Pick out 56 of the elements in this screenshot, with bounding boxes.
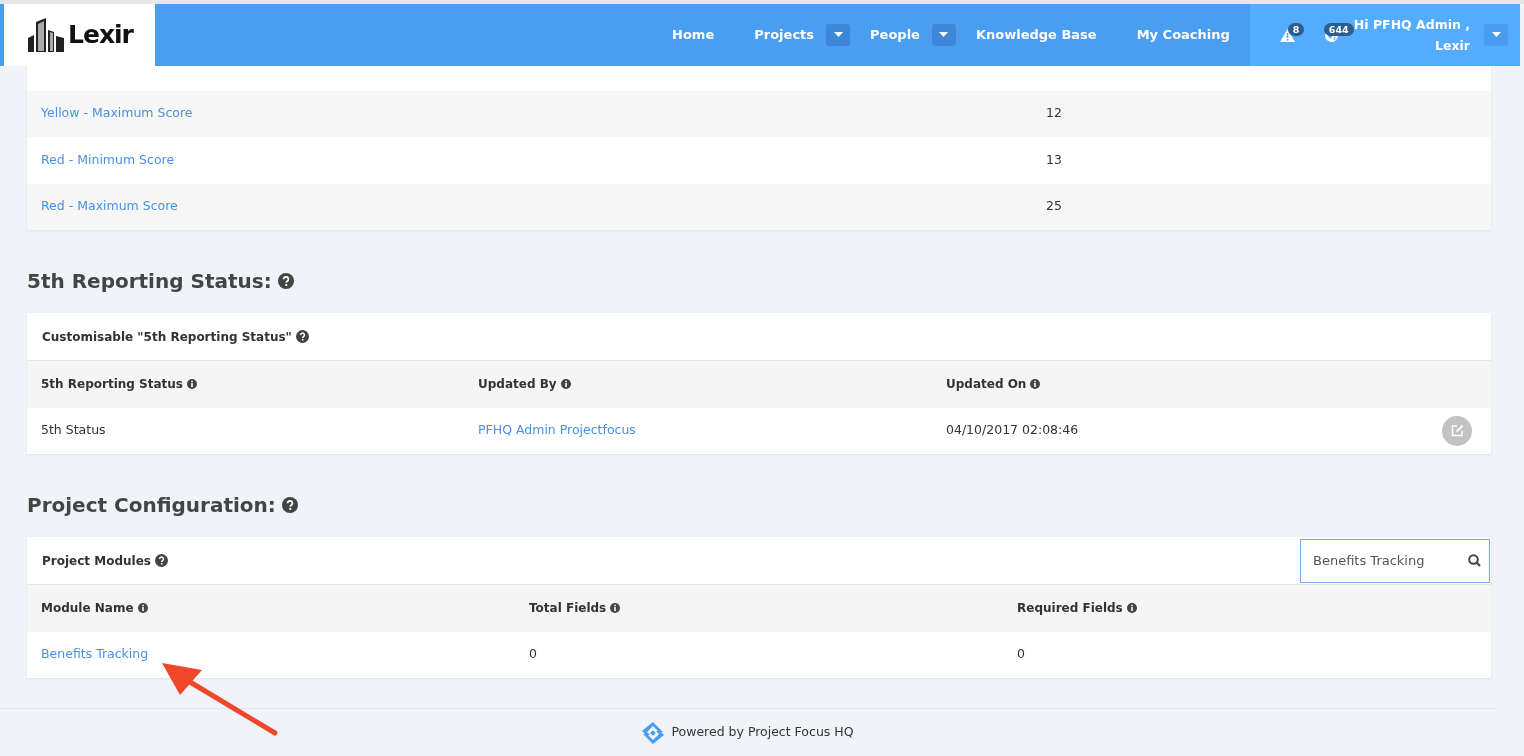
logo-text: Lexir	[68, 19, 133, 52]
info-icon	[1030, 379, 1041, 390]
logo[interactable]: Lexir	[4, 4, 155, 66]
nav-link[interactable]: Home	[652, 25, 735, 45]
section-heading: Project Configuration:	[27, 492, 276, 519]
info-icon	[1126, 603, 1137, 614]
footer-logo-icon	[641, 720, 666, 745]
column-header: Total Fields	[529, 600, 607, 618]
score-link[interactable]: Red - Minimum Score	[41, 151, 175, 167]
help-icon	[154, 554, 168, 567]
nav-link[interactable]: Knowledge Base	[955, 25, 1117, 45]
dropdown-button[interactable]	[931, 24, 956, 46]
column-header: Updated By	[478, 376, 557, 394]
help-icon	[281, 497, 298, 513]
table-cell-text: 5th Status	[41, 421, 106, 440]
info-icon	[610, 603, 621, 614]
caret-icon	[939, 32, 949, 38]
help-icon	[295, 330, 309, 343]
buildings-icon	[26, 18, 67, 52]
edit-icon	[1450, 424, 1464, 438]
search-field[interactable]: Benefits Tracking	[1300, 538, 1490, 583]
card-title: Project Modules	[42, 552, 151, 570]
column-header: Required Fields	[1017, 600, 1123, 618]
table-cell-text: 12	[1046, 104, 1062, 123]
column-header: Module Name	[41, 600, 134, 618]
section-heading: 5th Reporting Status:	[27, 268, 272, 295]
count-badge: 644	[1323, 23, 1354, 36]
table-cell-text: 04/10/2017 02:08:46	[946, 421, 1079, 440]
nav-link[interactable]: My Coaching	[1116, 25, 1250, 45]
caret-icon	[833, 32, 843, 38]
table-link[interactable]: PFHQ Admin Projectfocus	[478, 421, 636, 441]
table-cell-text: 13	[1046, 150, 1062, 169]
info-icon	[560, 379, 571, 390]
table-cell-text: 25	[1046, 197, 1062, 216]
user-greeting: Hi PFHQ Admin , Lexir	[1353, 16, 1470, 55]
count-badge: 8	[1287, 23, 1305, 36]
info-icon	[137, 603, 148, 614]
nav-link[interactable]: Projects	[734, 25, 827, 45]
caret-icon	[1491, 32, 1501, 38]
notifications-button[interactable]: 644	[1309, 15, 1354, 55]
user-menu-button[interactable]	[1484, 24, 1508, 46]
column-header: 5th Reporting Status	[41, 376, 183, 394]
table-cell-text: 0	[1017, 645, 1025, 664]
footer-text: Powered by Project Focus HQ	[671, 723, 854, 742]
search-icon	[1468, 553, 1481, 567]
score-link[interactable]: Yellow - Maximum Score	[41, 105, 193, 121]
column-header: Updated On	[946, 376, 1027, 394]
alerts-button[interactable]: 8	[1265, 15, 1310, 55]
dropdown-button[interactable]	[826, 24, 851, 46]
card-title: Customisable "5th Reporting Status"	[42, 328, 292, 346]
table-cell-text: 0	[529, 645, 537, 664]
info-icon	[187, 379, 197, 390]
help-icon	[277, 273, 294, 289]
nav-link[interactable]: People	[850, 25, 932, 45]
table-link[interactable]: Benefits Tracking	[41, 645, 149, 665]
score-link[interactable]: Red - Maximum Score	[41, 198, 178, 214]
